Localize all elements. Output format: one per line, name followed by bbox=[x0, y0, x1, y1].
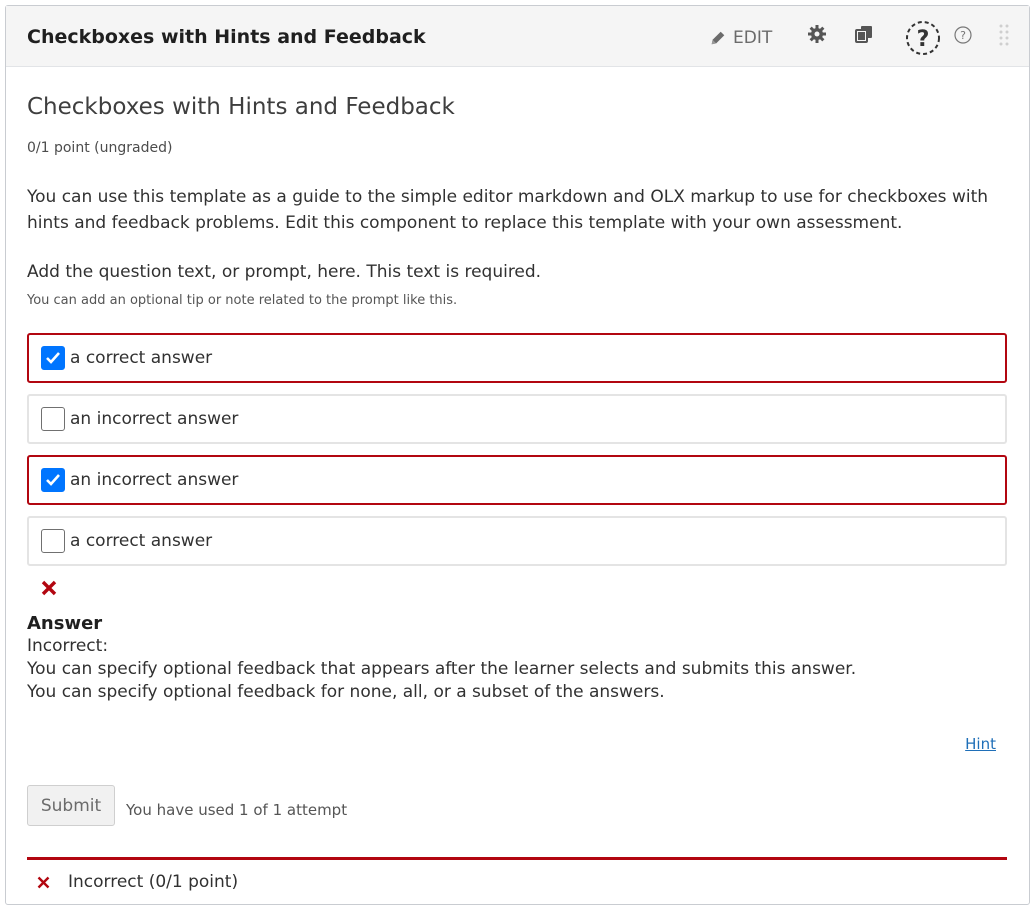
edit-button[interactable]: EDIT bbox=[709, 25, 779, 51]
choice-label: a correct answer bbox=[70, 531, 213, 551]
result-text: Incorrect (0/1 point) bbox=[68, 872, 239, 892]
checkbox-checked[interactable] bbox=[41, 346, 65, 370]
answer-feedback-1: You can specify optional feedback that a… bbox=[27, 659, 857, 679]
hint-link[interactable]: Hint bbox=[965, 735, 996, 753]
close-icon bbox=[41, 580, 57, 596]
checkbox-unchecked[interactable] bbox=[41, 529, 65, 553]
checkbox-checked[interactable] bbox=[41, 468, 65, 492]
submit-button[interactable]: Submit bbox=[27, 785, 115, 826]
help-circle-icon[interactable]: ? bbox=[904, 19, 942, 57]
check-icon bbox=[46, 352, 60, 364]
points-label: 0/1 point (ungraded) bbox=[27, 140, 173, 156]
choice-4[interactable]: a correct answer bbox=[27, 516, 1007, 566]
choice-2[interactable]: an incorrect answer bbox=[27, 394, 1007, 444]
attempts-label: You have used 1 of 1 attempt bbox=[126, 801, 348, 819]
choice-3[interactable]: an incorrect answer bbox=[27, 455, 1007, 505]
question-prompt: Add the question text, or prompt, here. … bbox=[27, 262, 542, 282]
checkbox-unchecked[interactable] bbox=[41, 407, 65, 431]
answer-status: Incorrect: bbox=[27, 636, 109, 656]
question-tip: You can add an optional tip or note rela… bbox=[27, 293, 458, 308]
edit-label: EDIT bbox=[733, 28, 773, 48]
svg-text:?: ? bbox=[960, 29, 966, 42]
drag-handle-icon[interactable] bbox=[999, 24, 1009, 50]
answer-feedback-2: You can specify optional feedback for no… bbox=[27, 682, 665, 702]
result-bar: Incorrect (0/1 point) bbox=[27, 857, 1007, 917]
pencil-icon bbox=[711, 31, 725, 45]
answer-feedback: Answer Incorrect: You can specify option… bbox=[27, 612, 856, 704]
choice-label: an incorrect answer bbox=[70, 409, 239, 429]
problem-intro: You can use this template as a guide to … bbox=[27, 187, 989, 233]
duplicate-icon[interactable] bbox=[854, 24, 874, 44]
help-icon[interactable]: ? bbox=[953, 25, 973, 45]
check-icon bbox=[46, 474, 60, 486]
choice-label: an incorrect answer bbox=[70, 470, 239, 490]
choice-1[interactable]: a correct answer bbox=[27, 333, 1007, 383]
answer-title: Answer bbox=[27, 613, 103, 634]
problem-panel: Checkboxes with Hints and Feedback EDIT bbox=[5, 5, 1030, 905]
close-icon bbox=[37, 876, 50, 889]
svg-text:?: ? bbox=[917, 27, 930, 52]
header-title: Checkboxes with Hints and Feedback bbox=[27, 26, 426, 48]
panel-header: Checkboxes with Hints and Feedback EDIT bbox=[6, 6, 1029, 67]
choice-label: a correct answer bbox=[70, 348, 213, 368]
gear-icon[interactable] bbox=[807, 24, 827, 44]
problem-title: Checkboxes with Hints and Feedback bbox=[27, 94, 455, 120]
